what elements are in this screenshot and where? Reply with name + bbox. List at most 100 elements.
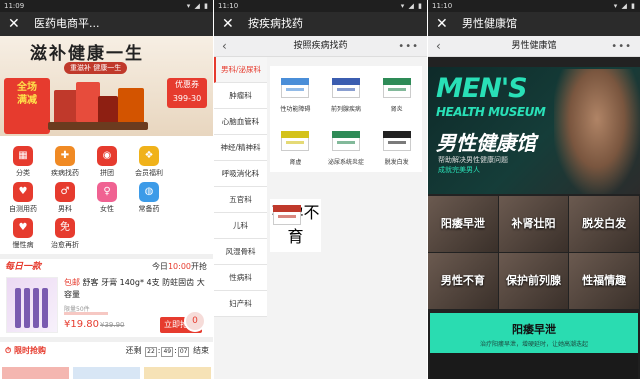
nav-title: 按照疾病找药 (293, 41, 348, 51)
status-icons: ▾ ◢ ▮ (400, 2, 423, 10)
daily-deal-time: 今日10:00开抢 (151, 262, 207, 271)
product-old-price: ¥39.90 (100, 321, 125, 329)
grid-item[interactable]: ♥ 慢性病 (2, 218, 44, 254)
sidebar-item[interactable]: 神经/精神科 (214, 135, 267, 161)
back-icon[interactable]: ‹ (436, 36, 441, 57)
sidebar-item[interactable]: 心脑血管科 (214, 109, 267, 135)
close-icon[interactable]: ✕ (222, 12, 234, 36)
disease-item[interactable]: 泌尿系统炎症 (321, 119, 372, 172)
sidebar-item[interactable]: 风湿骨科 (214, 239, 267, 265)
disease-label: 泌尿系统炎症 (328, 159, 365, 166)
flash-sale-items (0, 367, 213, 379)
grid-item[interactable]: ◉ 拼团 (86, 146, 128, 182)
status-bar: 11:09 ▾ ◢ ▮ (0, 0, 213, 12)
banner-museum-text: HEALTH MUSEUM (436, 105, 546, 119)
test-icon: ♥ (13, 182, 33, 202)
grid-item[interactable]: ◍ 常备药 (128, 182, 170, 218)
medicine-box-image (329, 125, 363, 155)
grid-item-label: 分类 (16, 169, 30, 177)
section-subtitle: 治疗阳痿早泄，增硬延时，让她高潮迭起 (479, 341, 588, 348)
topic-tile[interactable]: 男性不育 (428, 253, 498, 309)
gift-icon: ❖ (139, 146, 159, 166)
disease-label: 肾虚 (289, 159, 302, 166)
grid-item-label: 男科 (58, 205, 72, 213)
pill-icon: ◍ (139, 182, 159, 202)
sidebar-item[interactable]: 五官科 (214, 187, 267, 213)
topic-tile[interactable]: 脱发白发 (569, 196, 640, 252)
product-boxes-image (48, 82, 148, 132)
female-icon: ♀ (97, 182, 117, 202)
medicine-box-icon: ✚ (55, 146, 75, 166)
heart-icon: ♥ (13, 218, 33, 238)
page-title: 医药电商平... (34, 17, 100, 30)
status-bar: 11:10 ▾ ◢ ▮ (214, 0, 427, 12)
coupon-line2: 399-30 (172, 94, 202, 103)
disease-item[interactable]: 不孕不育 (270, 199, 321, 252)
sidebar-item[interactable]: 男科/泌尿科 (214, 57, 267, 83)
grid-item[interactable]: ♂ 男科 (44, 182, 86, 218)
more-icon[interactable]: ••• (611, 36, 632, 57)
section-title: 阳痿早泄 (512, 323, 556, 336)
mens-health-banner[interactable]: MEN'S HEALTH MUSEUM 男性健康馆 帮助解决男性健康问题 成就完… (428, 67, 640, 194)
status-icons: ▾ ◢ ▮ (186, 2, 209, 10)
page-title: 按疾病找药 (248, 17, 303, 30)
disease-item[interactable]: 性功能障碍 (270, 66, 321, 119)
nav-title: 男性健康馆 (511, 41, 557, 51)
page-title: 男性健康馆 (462, 17, 517, 30)
disease-item[interactable]: 肾炎 (371, 66, 422, 119)
title-bar: ✕ 医药电商平... (0, 12, 213, 36)
nav-bar: ‹ 按照疾病找药 ••• (214, 36, 427, 57)
topic-tile[interactable]: 保护前列腺 (498, 253, 569, 309)
product-image (6, 277, 58, 333)
banner-subline: 重滋补 健康一生 (64, 62, 128, 74)
product-card[interactable]: 包邮 舒客 牙膏 140g* 4支 防蛀固齿 大容量 限量50件 ¥19.80 … (0, 275, 213, 337)
disease-item[interactable]: 肾虚 (270, 119, 321, 172)
sidebar-item[interactable]: 妇产科 (214, 291, 267, 317)
sidebar-item[interactable]: 呼吸消化科 (214, 161, 267, 187)
category-icon: ▦ (13, 146, 33, 166)
banner-headline: 滋补健康一生 (30, 44, 144, 64)
cart-icon[interactable]: 0 (184, 310, 206, 332)
close-icon[interactable]: ✕ (8, 12, 20, 36)
status-icons: ▾ ◢ ▮ (613, 2, 636, 10)
screen-disease-finder: 11:10 ▾ ◢ ▮ ✕ 按疾病找药 ‹ 按照疾病找药 ••• 男科/泌尿科肿… (214, 0, 427, 379)
category-grid: ▦ 分类 ✚ 疾病找药 ◉ 拼团 ❖ 会员福利 ♥ 自测用药 ♂ 男科 ♀ 女性 ◍ 常备药 ♥ 慢性病 免治愈再折 (0, 142, 213, 254)
sidebar-item[interactable]: 肿瘤科 (214, 83, 267, 109)
status-time: 11:10 (432, 2, 453, 10)
countdown: 还剩 22:49:07 结束 (125, 346, 209, 357)
back-icon[interactable]: ‹ (222, 36, 227, 57)
status-time: 11:10 (218, 2, 239, 10)
product-name: 包邮 舒客 牙膏 140g* 4支 防蛀固齿 大容量 (64, 278, 205, 299)
disease-item[interactable]: 脱发白发 (371, 119, 422, 172)
topic-tile[interactable]: 性福情趣 (569, 253, 640, 309)
promo-banner[interactable]: 滋补健康一生 重滋补 健康一生 全场 满减 优惠券 399-30 (0, 36, 213, 136)
sidebar-item[interactable]: 性病科 (214, 265, 267, 291)
more-icon[interactable]: ••• (398, 36, 419, 57)
medicine-box-image (278, 72, 312, 102)
grid-item[interactable]: ♥ 自测用药 (2, 182, 44, 218)
daily-deal-logo: 每日一款 (5, 262, 42, 272)
topic-tile[interactable]: 阳痿早泄 (428, 196, 498, 252)
medicine-box-image (329, 72, 363, 102)
sidebar-item[interactable]: 儿科 (214, 213, 267, 239)
grid-item[interactable]: ❖ 会员福利 (128, 146, 170, 182)
grid-item-label: 会员福利 (135, 169, 163, 177)
screen-mens-health: 11:10 ▾ ◢ ▮ ✕ 男性健康馆 ‹ 男性健康馆 ••• MEN'S HE… (428, 0, 640, 379)
close-icon[interactable]: ✕ (436, 12, 448, 36)
group-buy-icon: ◉ (97, 146, 117, 166)
grid-item[interactable]: 免治愈再折 (44, 218, 86, 254)
banner-badge: 全场 满减 (4, 78, 50, 134)
badge-line1: 全场 (17, 82, 37, 93)
grid-item[interactable]: ♀ 女性 (86, 182, 128, 218)
flash-sale-header: ⏱ 限时抢购 还剩 22:49:07 结束 (0, 337, 213, 357)
grid-item-label: 自测用药 (9, 205, 37, 213)
free-shipping-tag: 包邮 (64, 278, 80, 287)
disease-label: 脱发白发 (384, 159, 409, 166)
grid-item[interactable]: ✚ 疾病找药 (44, 146, 86, 182)
section-card[interactable]: 阳痿早泄 治疗阳痿早泄，增硬延时，让她高潮迭起 (428, 313, 640, 379)
status-bar: 11:10 ▾ ◢ ▮ (428, 0, 640, 12)
disease-item[interactable]: 前列腺疾病 (321, 66, 372, 119)
grid-item-label: 疾病找药 (51, 169, 79, 177)
topic-tile[interactable]: 补肾壮阳 (498, 196, 569, 252)
grid-item[interactable]: ▦ 分类 (2, 146, 44, 182)
